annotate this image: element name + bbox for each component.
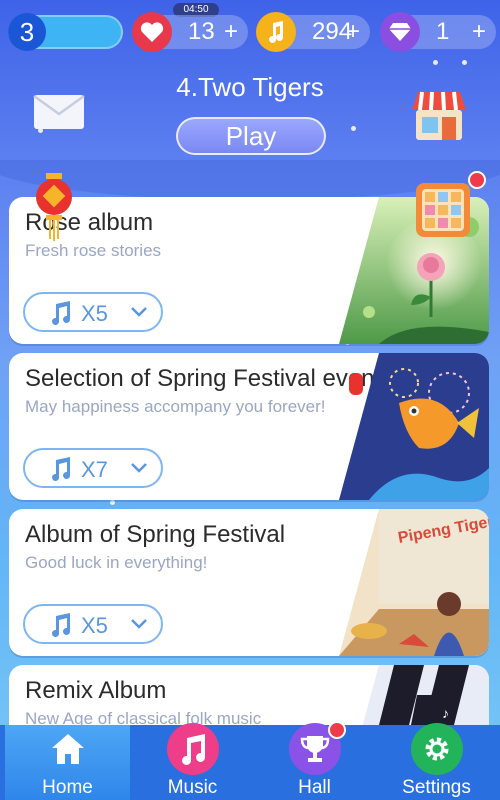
album-subtitle: May happiness accompany you forever! [25, 397, 326, 416]
music-icon [167, 723, 219, 775]
current-song-title: 4.Two Tigers [176, 72, 324, 102]
snow-flake [110, 500, 115, 505]
top-status-bar: 3 04:50 13 + 294 + 1 + [0, 0, 500, 70]
music-note-icon [52, 613, 71, 637]
album-subtitle: Fresh rose stories [25, 241, 162, 260]
music-note-icon: ♪ [442, 705, 449, 721]
add-lives-button[interactable]: + [224, 15, 238, 49]
koi-fish-art [339, 353, 489, 500]
nav-label: Hall [298, 777, 331, 798]
song-count: X5 [81, 301, 108, 326]
song-count: X7 [81, 457, 108, 482]
nav-home[interactable]: Home [5, 725, 130, 800]
nav-label: Settings [402, 777, 471, 798]
shop-icon[interactable] [410, 86, 468, 144]
mail-icon[interactable] [33, 94, 85, 130]
chevron-down-icon [131, 619, 147, 629]
album-title: Selection of Spring Festival event [25, 365, 382, 392]
heart-icon [132, 12, 172, 52]
song-count: X5 [81, 613, 108, 638]
chevron-down-icon [131, 463, 147, 473]
album-title: Remix Album [25, 677, 167, 704]
level-badge: 3 [8, 13, 46, 51]
nav-hall[interactable]: Hall [252, 721, 377, 800]
nav-music[interactable]: Music [130, 723, 255, 800]
album-title: Album of Spring Festival [25, 521, 286, 548]
chevron-down-icon [131, 307, 147, 317]
nav-label: Music [167, 777, 218, 798]
play-button[interactable]: Play [176, 117, 326, 155]
album-card-spring-festival[interactable]: Album of Spring Festival Good luck in ev… [9, 509, 489, 656]
diamonds-counter[interactable]: 1 + [380, 12, 496, 52]
add-diamonds-button[interactable]: + [472, 15, 486, 49]
add-notes-button[interactable]: + [346, 15, 360, 49]
song-count-dropdown[interactable]: X5 [23, 292, 163, 332]
song-count-dropdown[interactable]: X7 [23, 448, 163, 488]
diamonds-value: 1 [436, 18, 450, 45]
album-card-spring-event[interactable]: Selection of Spring Festival event May h… [9, 353, 489, 500]
lives-counter[interactable]: 13 + [132, 12, 248, 52]
notes-counter[interactable]: 294 + [256, 12, 370, 52]
snow-flake [351, 126, 356, 131]
home-icon [42, 723, 94, 775]
notification-dot [328, 721, 346, 739]
music-note-icon [52, 301, 71, 325]
notification-dot [468, 171, 486, 189]
lives-value: 13 [188, 18, 215, 45]
music-note-icon [256, 12, 296, 52]
gear-icon [411, 723, 463, 775]
puzzle-icon[interactable] [414, 181, 472, 239]
album-subtitle: Good luck in everything! [25, 553, 208, 572]
music-note-icon [52, 457, 71, 481]
bottom-navigation: Home Music Hall Settings [0, 721, 500, 800]
nav-settings[interactable]: Settings [374, 723, 499, 800]
nav-label: Home [42, 777, 93, 798]
diamond-icon [380, 12, 420, 52]
lantern-icon [32, 173, 76, 243]
girl-painting-art: Pipeng Tigers [339, 509, 489, 656]
song-count-dropdown[interactable]: X5 [23, 604, 163, 644]
